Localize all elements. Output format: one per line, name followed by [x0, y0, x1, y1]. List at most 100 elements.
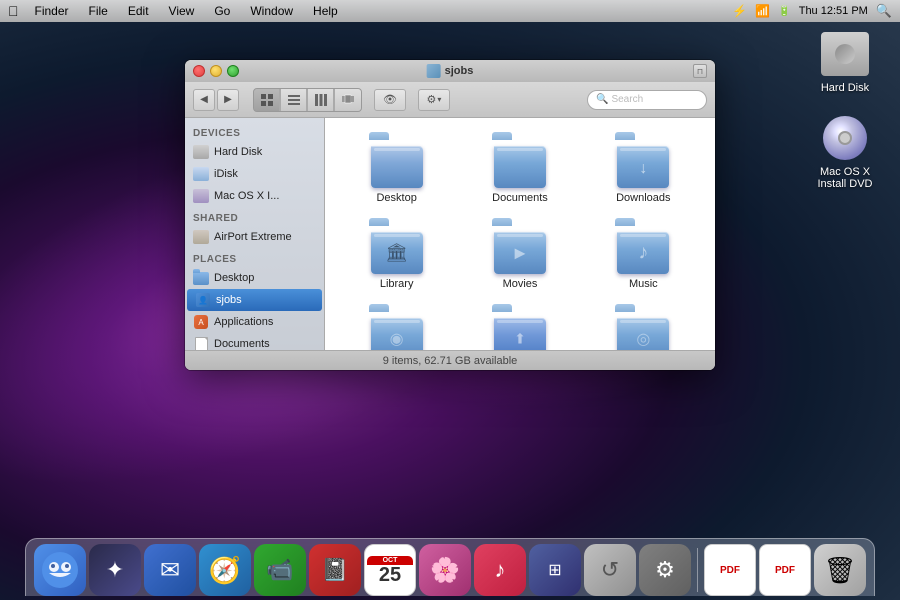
window-title: sjobs — [427, 64, 474, 78]
dock-item-sysprefs[interactable]: ⚙ — [639, 544, 691, 596]
sidebar-item-idisk[interactable]: iDisk — [185, 163, 324, 185]
desktop-folder — [369, 138, 425, 188]
dock-item-ical[interactable]: OCT 25 — [364, 544, 416, 596]
file-item-pictures[interactable]: Pictures — [340, 305, 453, 350]
menu-file[interactable]: File — [85, 2, 112, 20]
user-icon: 👤 — [195, 292, 211, 308]
desktop-icon-dvd[interactable]: Mac OS X Install DVD — [810, 114, 880, 190]
view-mode-buttons — [253, 88, 362, 112]
trash-dock-icon: 🗑 — [814, 544, 866, 596]
dvd-icon — [821, 114, 869, 162]
view-icon-mode[interactable] — [254, 89, 280, 111]
sidebar-item-desktop[interactable]: Desktop — [185, 267, 324, 289]
library-folder — [369, 224, 425, 274]
menu-help[interactable]: Help — [309, 2, 342, 20]
spotlight-icon[interactable]: 🔍 — [876, 3, 892, 19]
sidebar-item-airport[interactable]: AirPort Extreme — [185, 226, 324, 248]
view-list-mode[interactable] — [281, 89, 307, 111]
dock-item-safari[interactable]: 🧭 — [199, 544, 251, 596]
sidebar-item-macos[interactable]: Mac OS X I... — [185, 185, 324, 207]
file-item-movies[interactable]: Movies — [463, 219, 576, 295]
desktop-folder-icon — [193, 270, 209, 286]
dock-item-facetime[interactable]: 📹 — [254, 544, 306, 596]
finder-dock-icon — [34, 544, 86, 596]
mail-dock-icon: ✉ — [144, 544, 196, 596]
sidebar-header-shared: SHARED — [185, 207, 324, 226]
resize-button[interactable]: ⊓ — [693, 64, 707, 78]
sidebar: DEVICES Hard Disk iDisk Mac OS X I... SH… — [185, 118, 325, 350]
itunes-dock-icon: ♪ — [474, 544, 526, 596]
menu-finder[interactable]: Finder — [31, 2, 73, 20]
sidebar-item-sjobs[interactable]: 👤 sjobs — [187, 289, 322, 311]
menu-edit[interactable]: Edit — [124, 2, 153, 20]
search-box[interactable]: 🔍 Search — [587, 90, 707, 110]
desktop-icon-harddisk[interactable]: Hard Disk — [810, 30, 880, 94]
minimize-button[interactable] — [210, 65, 222, 77]
dock-container: ✦ ✉ 🧭 📹 📓 — [0, 520, 900, 600]
finder-window: sjobs ⊓ ◀ ▶ — [185, 60, 715, 370]
clock: Thu 12:51 PM — [799, 5, 868, 17]
dock-item-dashboard[interactable]: ✦ — [89, 544, 141, 596]
dock-item-itunes[interactable]: ♪ — [474, 544, 526, 596]
quick-look-button[interactable]: 👁 — [374, 89, 406, 111]
dock-item-mail[interactable]: ✉ — [144, 544, 196, 596]
dock-item-iphoto[interactable]: 🌸 — [419, 544, 471, 596]
view-column-mode[interactable] — [308, 89, 334, 111]
ical-dock-icon: OCT 25 — [364, 544, 416, 596]
back-button[interactable]: ◀ — [193, 89, 215, 111]
sidebar-item-harddisk[interactable]: Hard Disk — [185, 141, 324, 163]
file-item-library[interactable]: Library — [340, 219, 453, 295]
dock-item-addressbook[interactable]: 📓 — [309, 544, 361, 596]
nav-buttons: ◀ ▶ — [193, 89, 239, 111]
menu-view[interactable]: View — [165, 2, 199, 20]
downloads-label: Downloads — [616, 192, 670, 204]
pictures-folder — [369, 310, 425, 350]
iphoto-dock-icon: 🌸 — [419, 544, 471, 596]
documents-sidebar-icon — [193, 336, 209, 350]
file-grid: Desktop Documents — [335, 128, 705, 350]
dock-item-finder[interactable] — [34, 544, 86, 596]
dock-item-timemachine[interactable]: ↺ — [584, 544, 636, 596]
sidebar-item-documents[interactable]: Documents — [185, 333, 324, 350]
documents-label: Documents — [492, 192, 548, 204]
airport-icon — [193, 229, 209, 245]
desktop-icons: Hard Disk Mac OS X Install DVD — [810, 30, 880, 190]
wifi-icon[interactable]: 📶 — [755, 4, 770, 18]
forward-button[interactable]: ▶ — [217, 89, 239, 111]
file-item-desktop[interactable]: Desktop — [340, 133, 453, 209]
maximize-button[interactable] — [227, 65, 239, 77]
expose-dock-icon: ⊞ — [529, 544, 581, 596]
toolbar: ◀ ▶ 👁 ⚙ — [185, 82, 715, 118]
file-item-music[interactable]: Music — [587, 219, 700, 295]
movies-folder — [492, 224, 548, 274]
menu-window[interactable]: Window — [246, 2, 297, 20]
sidebar-header-devices: DEVICES — [185, 122, 324, 141]
harddisk-icon — [821, 30, 869, 78]
dock-item-expose[interactable]: ⊞ — [529, 544, 581, 596]
dock-item-trash[interactable]: 🗑 — [814, 544, 866, 596]
dvd-label: Mac OS X Install DVD — [810, 166, 880, 190]
file-item-documents[interactable]: Documents — [463, 133, 576, 209]
downloads-folder — [615, 138, 671, 188]
view-coverflow-mode[interactable] — [335, 89, 361, 111]
desktop:  Finder File Edit View Go Window Help ⚡… — [0, 0, 900, 600]
file-item-sites[interactable]: Sites — [587, 305, 700, 350]
close-button[interactable] — [193, 65, 205, 77]
file-item-downloads[interactable]: Downloads — [587, 133, 700, 209]
action-button[interactable]: ⚙ ▾ — [418, 89, 450, 111]
bluetooth-icon[interactable]: ⚡ — [732, 4, 747, 18]
search-placeholder: Search — [611, 94, 643, 105]
battery-icon[interactable]: 🔋 — [778, 6, 790, 17]
menubar-items: Finder File Edit View Go Window Help — [31, 2, 342, 20]
menu-go[interactable]: Go — [210, 2, 234, 20]
dock: ✦ ✉ 🧭 📹 📓 — [25, 538, 875, 596]
dock-item-pdf1[interactable]: PDF — [704, 544, 756, 596]
sidebar-item-applications[interactable]: A Applications — [185, 311, 324, 333]
statusbar-text: 9 items, 62.71 GB available — [383, 355, 518, 367]
library-label: Library — [380, 278, 414, 290]
apple-menu[interactable]:  — [8, 3, 19, 19]
menubar-right: ⚡ 📶 🔋 Thu 12:51 PM 🔍 — [732, 3, 892, 19]
dock-item-pdf2[interactable]: PDF — [759, 544, 811, 596]
sysprefs-dock-icon: ⚙ — [639, 544, 691, 596]
file-item-public[interactable]: Public — [463, 305, 576, 350]
